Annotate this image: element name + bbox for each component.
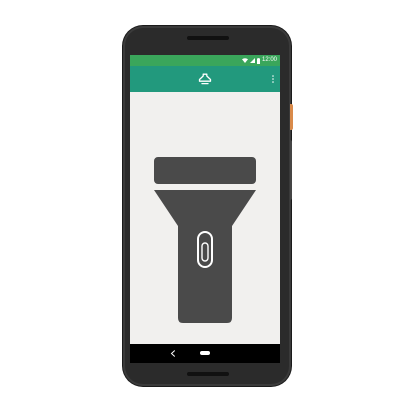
- wifi-icon: [241, 58, 248, 63]
- overflow-menu-button[interactable]: [268, 71, 278, 87]
- home-pill-icon[interactable]: [200, 351, 210, 355]
- bottom-speaker: [187, 372, 229, 376]
- earpiece-speaker: [187, 36, 229, 40]
- status-icons: 12:00: [241, 56, 277, 65]
- phone-screen: 12:00: [130, 55, 280, 363]
- status-time: 12:00: [261, 57, 277, 63]
- status-bar: 12:00: [130, 55, 280, 66]
- flashlight-app-icon: [198, 73, 212, 85]
- battery-icon: [256, 57, 260, 64]
- overflow-menu-icon: [272, 75, 274, 83]
- app-bar: [130, 66, 280, 92]
- stage: 12:00: [0, 0, 417, 417]
- volume-button: [290, 140, 292, 200]
- signal-icon: [249, 58, 255, 63]
- flashlight-icon[interactable]: [153, 157, 257, 323]
- navigation-bar: [130, 344, 280, 363]
- power-button: [290, 104, 293, 130]
- main-content: [130, 92, 280, 344]
- back-icon[interactable]: [170, 350, 176, 357]
